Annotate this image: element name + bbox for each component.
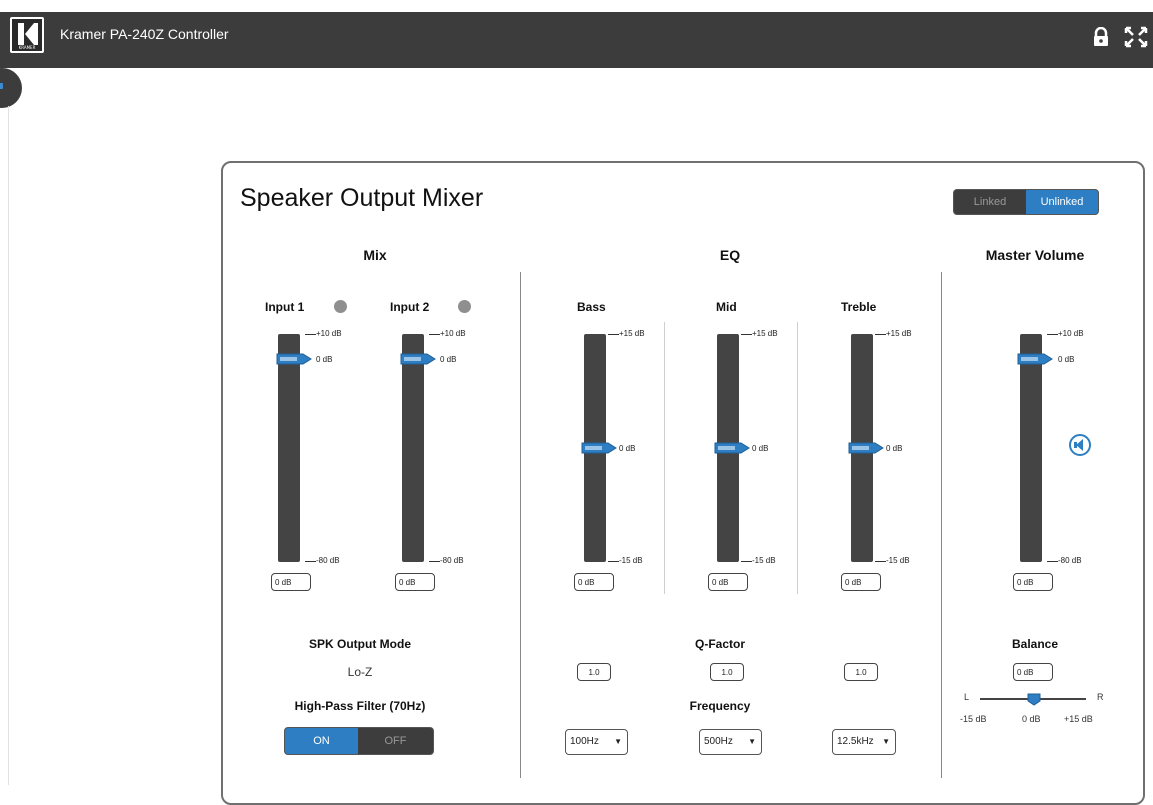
- chevron-down-icon: ▼: [748, 737, 756, 746]
- tick-mark: [608, 561, 619, 562]
- balance-left-label: L: [964, 692, 970, 702]
- speaker-mute-icon[interactable]: [1068, 433, 1092, 462]
- input-2-label: Input 2: [390, 300, 430, 314]
- treble-max-label: +15 dB: [886, 329, 912, 338]
- tick-mark: [875, 561, 886, 562]
- section-divider: [941, 272, 942, 778]
- mid-min-label: -15 dB: [752, 556, 776, 565]
- app-title: Kramer PA-240Z Controller: [60, 26, 229, 42]
- logo-text: KRAMER: [18, 45, 36, 50]
- tick-mark: [741, 561, 752, 562]
- balance-right-label: R: [1097, 692, 1104, 702]
- master-min-label: -80 dB: [1058, 556, 1082, 565]
- tick-mark: [741, 334, 752, 335]
- chevron-down-icon: ▼: [882, 737, 890, 746]
- mid-max-label: +15 dB: [752, 329, 778, 338]
- treble-label: Treble: [841, 300, 877, 314]
- input-2-signal-led: [458, 300, 471, 313]
- input-2-max-label: +10 dB: [440, 329, 466, 338]
- tick-mark: [1047, 561, 1058, 562]
- link-toggle[interactable]: Linked Unlinked: [953, 189, 1099, 215]
- input-1-fader-knob[interactable]: [275, 352, 315, 371]
- chevron-right-icon: [0, 83, 3, 89]
- bass-frequency-value: 100Hz: [570, 736, 599, 747]
- tick-mark: [429, 561, 440, 562]
- spk-output-mode-label: SPK Output Mode: [309, 637, 411, 651]
- frequency-label: Frequency: [689, 699, 751, 713]
- hpf-off-option[interactable]: OFF: [358, 728, 433, 754]
- input-1-min-label: -80 dB: [316, 556, 340, 565]
- tick-mark: [429, 334, 440, 335]
- balance-mid-label: 0 dB: [1022, 714, 1041, 724]
- input-2-min-label: -80 dB: [440, 556, 464, 565]
- master-zero-label: 0 dB: [1058, 355, 1075, 364]
- master-section-title: Master Volume: [985, 247, 1085, 263]
- tick-mark: [1047, 334, 1058, 335]
- expand-icon[interactable]: [1124, 26, 1148, 53]
- tick-mark: [875, 334, 886, 335]
- input-1-label: Input 1: [265, 300, 305, 314]
- band-divider: [664, 322, 665, 594]
- tick-mark: [305, 561, 316, 562]
- treble-frequency-value: 12.5kHz: [837, 736, 874, 747]
- tick-mark: [305, 334, 316, 335]
- treble-zero-label: 0 dB: [886, 444, 903, 453]
- input-1-value-field[interactable]: 0 dB: [271, 573, 311, 591]
- bass-fader-knob[interactable]: [580, 441, 620, 460]
- input-1-zero-label: 0 dB: [316, 355, 333, 364]
- input-2-zero-label: 0 dB: [440, 355, 457, 364]
- q-factor-label: Q-Factor: [694, 637, 745, 651]
- hpf-on-option[interactable]: ON: [285, 728, 358, 754]
- master-fader-knob[interactable]: [1016, 352, 1056, 371]
- hpf-label: High-Pass Filter (70Hz): [294, 699, 426, 713]
- treble-min-label: -15 dB: [886, 556, 910, 565]
- mid-value-field[interactable]: 0 dB: [708, 573, 748, 591]
- treble-q-field[interactable]: 1.0: [844, 663, 878, 681]
- balance-slider-knob[interactable]: [1025, 692, 1043, 711]
- title-bar: KRAMER Kramer PA-240Z Controller: [0, 12, 1153, 68]
- eq-section-title: EQ: [719, 247, 741, 263]
- input-1-max-label: +10 dB: [316, 329, 342, 338]
- chevron-down-icon: ▼: [614, 737, 622, 746]
- bass-max-label: +15 dB: [619, 329, 645, 338]
- hpf-toggle[interactable]: ON OFF: [284, 727, 434, 755]
- mix-section-title: Mix: [363, 247, 387, 263]
- balance-label: Balance: [1011, 637, 1059, 651]
- bass-value-field[interactable]: 0 dB: [574, 573, 614, 591]
- bass-label: Bass: [577, 300, 606, 314]
- bass-q-field[interactable]: 1.0: [577, 663, 611, 681]
- treble-fader-knob[interactable]: [847, 441, 887, 460]
- bass-min-label: -15 dB: [619, 556, 643, 565]
- mid-q-field[interactable]: 1.0: [710, 663, 744, 681]
- sidebar-edge: [8, 106, 9, 785]
- treble-value-field[interactable]: 0 dB: [841, 573, 881, 591]
- unlinked-option[interactable]: Unlinked: [1026, 190, 1098, 214]
- mid-frequency-select[interactable]: 500Hz ▼: [699, 729, 762, 755]
- input-2-fader-knob[interactable]: [399, 352, 439, 371]
- tick-mark: [608, 334, 619, 335]
- treble-frequency-select[interactable]: 12.5kHz ▼: [832, 729, 896, 755]
- bass-frequency-select[interactable]: 100Hz ▼: [565, 729, 628, 755]
- kramer-logo: KRAMER: [10, 17, 44, 53]
- balance-min-label: -15 dB: [960, 714, 987, 724]
- mid-fader-knob[interactable]: [713, 441, 753, 460]
- section-divider: [520, 272, 521, 778]
- spk-output-mode-value: Lo-Z: [347, 665, 373, 679]
- input-1-signal-led: [334, 300, 347, 313]
- bass-zero-label: 0 dB: [619, 444, 636, 453]
- balance-value-field[interactable]: 0 dB: [1013, 663, 1053, 681]
- band-divider: [797, 322, 798, 594]
- mid-zero-label: 0 dB: [752, 444, 769, 453]
- input-2-value-field[interactable]: 0 dB: [395, 573, 435, 591]
- sidebar-toggle-button[interactable]: [0, 68, 22, 108]
- master-value-field[interactable]: 0 dB: [1013, 573, 1053, 591]
- panel-title: Speaker Output Mixer: [240, 184, 484, 212]
- master-max-label: +10 dB: [1058, 329, 1084, 338]
- mid-frequency-value: 500Hz: [704, 736, 733, 747]
- mid-label: Mid: [716, 300, 737, 314]
- lock-icon[interactable]: [1092, 26, 1110, 52]
- linked-option[interactable]: Linked: [954, 190, 1026, 214]
- balance-max-label: +15 dB: [1064, 714, 1093, 724]
